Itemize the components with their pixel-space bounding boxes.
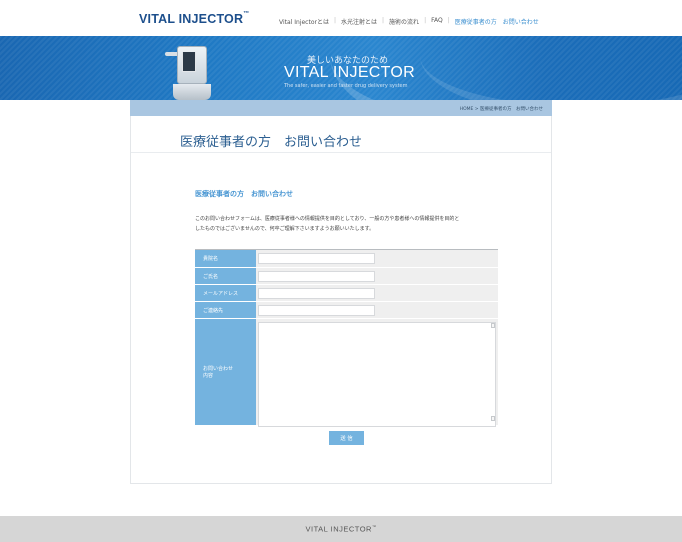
nav-link-procedure[interactable]: 施術の流れ [389, 17, 419, 26]
full-name-input[interactable] [258, 271, 375, 282]
submit-button[interactable]: 送 信 [329, 431, 364, 445]
intro-text: このお問い合わせフォームは、医療従事者様への情報提供を目的としており、一般の方や… [195, 214, 500, 234]
nav-link-contact[interactable]: 医療従事者の方 お問い合わせ [455, 17, 539, 26]
form-row-email: メールアドレス [195, 285, 498, 302]
phone-input[interactable] [258, 305, 375, 316]
scroll-up-arrow[interactable] [491, 323, 495, 328]
message-label-line: お問い合わせ [203, 366, 234, 372]
section-title: 医療従事者の方 お問い合わせ [195, 190, 293, 198]
nav-separator: | [333, 17, 336, 24]
site-header: VITAL INJECTOR™ Vital Injectorとは | 水光注射と… [0, 0, 682, 36]
banner-title: VITAL INJECTOR [284, 64, 416, 81]
logo-text: VITAL INJECTOR [139, 12, 244, 26]
email-label: メールアドレス [195, 285, 256, 301]
footer-logo: VITAL INJECTOR™ [0, 524, 682, 534]
intro-line: したものではございませんので、何卒ご理解下さいますようお願いいたします。 [195, 226, 375, 232]
injector-device-image [165, 42, 211, 100]
form-row-name: ご氏名 [195, 268, 498, 285]
message-label-line: 内容 [203, 373, 214, 379]
phone-label: ご連絡先 [195, 302, 256, 318]
intro-line: このお問い合わせフォームは、医療従事者様への情報提供を目的としており、一般の方や… [195, 216, 460, 222]
nav-separator: | [382, 17, 385, 24]
nav-separator: | [424, 17, 427, 24]
scroll-down-arrow[interactable] [491, 416, 495, 421]
breadcrumb-bar: HOME > 医療従事者の方 お問い合わせ [130, 100, 552, 116]
clinic-name-input[interactable] [258, 253, 375, 264]
nav-link-water-injection[interactable]: 水光注射とは [341, 17, 377, 26]
banner-swoosh [420, 36, 682, 100]
page-title: 医療従事者の方 お問い合わせ [180, 135, 363, 150]
footer-logo-trademark: ™ [371, 524, 377, 529]
nav-separator: | [447, 17, 450, 24]
banner-tagline: The safer, easier and faster drug delive… [284, 83, 408, 89]
breadcrumb[interactable]: HOME > 医療従事者の方 お問い合わせ [460, 106, 543, 112]
title-divider [131, 152, 551, 153]
logo-trademark: ™ [243, 11, 250, 17]
main-nav: Vital Injectorとは | 水光注射とは | 施術の流れ | FAQ … [279, 17, 539, 26]
full-name-label: ご氏名 [195, 268, 256, 284]
footer-logo-text: VITAL INJECTOR [305, 524, 372, 534]
clinic-name-label: 貴院名 [195, 250, 256, 267]
nav-link-faq[interactable]: FAQ [431, 17, 443, 26]
message-label: お問い合わせ 内容 [195, 319, 256, 425]
form-row-phone: ご連絡先 [195, 302, 498, 319]
site-logo[interactable]: VITAL INJECTOR™ [139, 11, 250, 26]
message-textarea[interactable] [258, 322, 496, 427]
email-input[interactable] [258, 288, 375, 299]
hero-banner: 美しいあなたのため VITAL INJECTOR The safer, easi… [0, 36, 682, 100]
form-row-message: お問い合わせ 内容 [195, 319, 498, 427]
nav-link-about[interactable]: Vital Injectorとは [279, 17, 329, 26]
site-footer: VITAL INJECTOR™ [0, 516, 682, 542]
form-row-clinic: 貴院名 [195, 250, 498, 268]
